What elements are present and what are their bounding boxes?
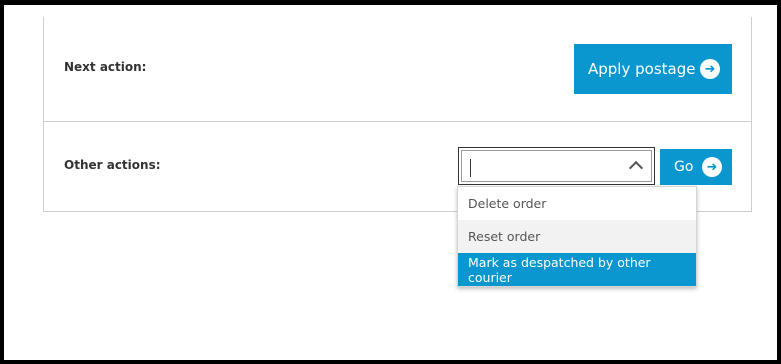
other-actions-select[interactable] xyxy=(458,147,655,185)
window: Next action: Apply postage ➜ Other actio… xyxy=(4,5,777,360)
select-focus-ring xyxy=(461,150,652,182)
actions-panel: Next action: Apply postage ➜ Other actio… xyxy=(43,17,752,212)
option-reset-order[interactable]: Reset order xyxy=(458,220,696,253)
go-button[interactable]: Go ➜ xyxy=(660,149,732,185)
apply-postage-button[interactable]: Apply postage ➜ xyxy=(574,44,732,94)
other-actions-dropdown: Delete order Reset order Mark as despatc… xyxy=(457,186,697,287)
go-label: Go xyxy=(674,159,694,175)
other-actions-label: Other actions: xyxy=(64,158,161,172)
text-caret xyxy=(470,159,471,177)
apply-postage-label: Apply postage xyxy=(588,60,696,78)
option-mark-despatched[interactable]: Mark as despatched by other courier xyxy=(458,253,696,286)
arrow-right-circle-icon: ➜ xyxy=(700,59,720,79)
arrow-right-circle-icon: ➜ xyxy=(702,157,722,177)
row-divider xyxy=(44,121,751,122)
chevron-up-icon[interactable] xyxy=(628,160,644,176)
option-delete-order[interactable]: Delete order xyxy=(458,187,696,220)
next-action-label: Next action: xyxy=(64,60,147,74)
